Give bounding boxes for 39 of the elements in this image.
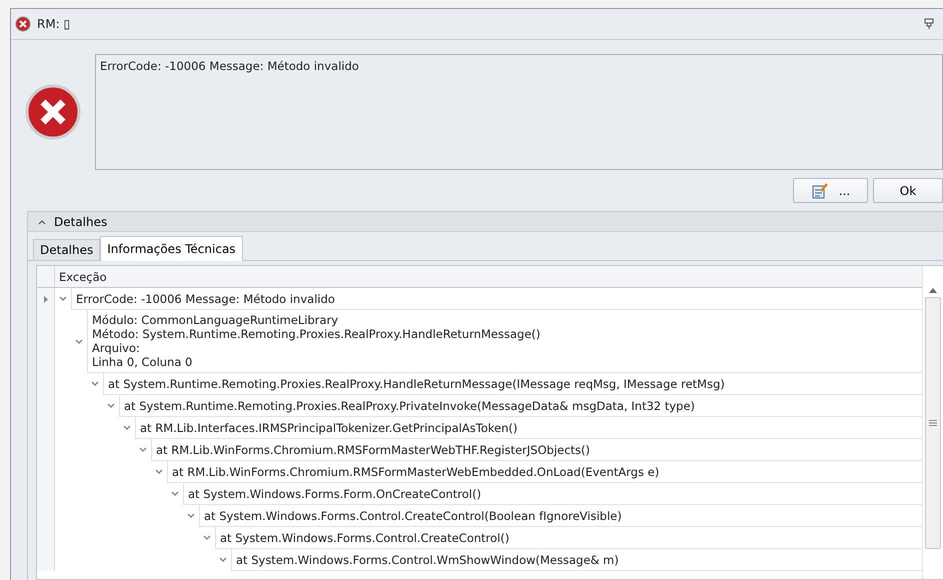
chevron-down-icon [75, 338, 83, 344]
scroll-up-icon [929, 288, 937, 293]
chevron-down-icon [107, 403, 115, 409]
exception-cell: at RM.Lib.WinForms.Chromium.RMSFormMasterWebTHF.RegisterJSObjects() [151, 439, 922, 461]
notes-button[interactable]: ... [793, 178, 868, 203]
exception-cell: at System.Windows.Forms.Control.WmShowWindow(Message& m) [231, 549, 922, 571]
chevron-down-icon [139, 447, 147, 453]
exception-cell: ErrorCode: -10006 Message: Método invalido [71, 288, 922, 310]
chevron-down-icon [123, 425, 131, 431]
grip-icon [929, 420, 937, 426]
exception-cell: at System.Windows.Forms.Control.CreateControl(Boolean fIgnoreVisible) [199, 505, 922, 527]
row-indicator[interactable] [37, 288, 55, 310]
exception-cell: at System.Runtime.Remoting.Proxies.RealProxy.HandleReturnMessage(IMessage reqMsg, IMessage retMsg) [103, 373, 922, 395]
chevron-up-icon [38, 218, 46, 224]
error-icon [25, 84, 81, 140]
message-text: ErrorCode: -10006 Message: Método invalido [100, 59, 360, 75]
error-icon [15, 16, 31, 32]
ok-button[interactable]: Ok [873, 178, 943, 203]
exception-cell: at System.Windows.Forms.Control.CreateControl() [215, 527, 922, 549]
exception-cell: at System.Runtime.Remoting.Proxies.RealProxy.PrivateInvoke(MessageData& msgData, Int32 type) [119, 395, 922, 417]
chevron-down-icon [171, 491, 179, 497]
chevron-down-icon [155, 469, 163, 475]
tab[interactable]: Informações Técnicas [100, 236, 243, 261]
pin-icon[interactable] [923, 18, 935, 30]
exception-detail-cell: Módulo: CommonLanguageRuntimeLibrary Método: System.Runtime.Remoting.Proxies.RealProxy.HandleReturnMessage() Arquivo: Linha 0, Coluna 0 [87, 310, 922, 373]
exception-cell: at System.Windows.Forms.Form.OnCreateControl() [183, 483, 922, 505]
exception-cell: at RM.Lib.WinForms.Chromium.RMSFormMasterWebEmbedded.OnLoad(EventArgs e) [167, 461, 922, 483]
details-group-header[interactable]: Detalhes [28, 212, 943, 232]
scrollbar[interactable] [922, 266, 943, 579]
chevron-down-icon [59, 296, 67, 302]
chevron-down-icon [219, 557, 227, 563]
chevron-down-icon [203, 535, 211, 541]
current-row-icon [44, 296, 48, 302]
window-title: RM: ▯ [37, 17, 72, 31]
tab[interactable]: Detalhes [33, 239, 100, 260]
exception-cell: at RM.Lib.Interfaces.IRMSPrincipalTokenizer.GetPrincipalAsToken() [135, 417, 922, 439]
notepad-pencil-icon [810, 182, 829, 200]
chevron-down-icon [187, 513, 195, 519]
chevron-down-icon [91, 381, 99, 387]
